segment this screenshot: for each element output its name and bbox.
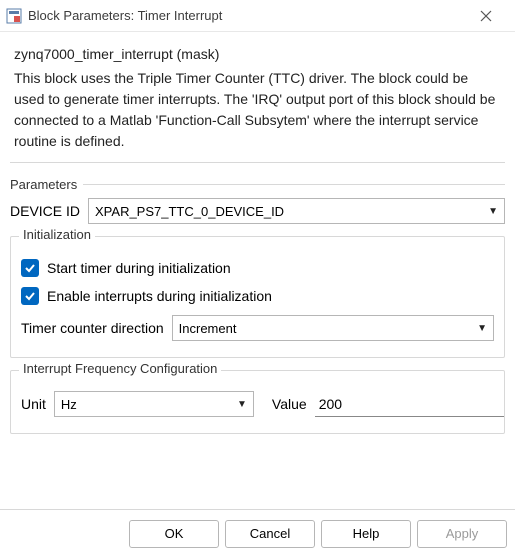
button-bar: OK Cancel Help Apply [0,509,515,557]
apply-button[interactable]: Apply [417,520,507,548]
interrupt-freq-row: Unit Hz ▼ Value [21,391,494,417]
ok-button[interactable]: OK [129,520,219,548]
timer-direction-row: Timer counter direction Increment ▼ [21,315,494,341]
device-id-label: DEVICE ID [10,203,80,219]
initialization-legend: Initialization [19,227,95,242]
value-label: Value [272,396,307,412]
close-button[interactable] [463,0,509,32]
timer-direction-select[interactable]: Increment ▼ [172,315,494,341]
parameters-legend: Parameters [10,177,505,192]
content-area: zynq7000_timer_interrupt (mask) This blo… [0,32,515,434]
start-timer-row: Start timer during initialization [21,259,494,277]
enable-interrupts-checkbox[interactable] [21,287,39,305]
device-id-row: DEVICE ID XPAR_PS7_TTC_0_DEVICE_ID ▼ [10,198,505,224]
initialization-group: Initialization Start timer during initia… [10,236,505,358]
device-id-select[interactable]: XPAR_PS7_TTC_0_DEVICE_ID ▼ [88,198,505,224]
cancel-button[interactable]: Cancel [225,520,315,548]
value-input[interactable] [315,391,504,417]
app-icon [6,8,22,24]
titlebar-title: Block Parameters: Timer Interrupt [28,8,463,23]
enable-interrupts-row: Enable interrupts during initialization [21,287,494,305]
titlebar: Block Parameters: Timer Interrupt [0,0,515,32]
unit-label: Unit [21,396,46,412]
start-timer-label: Start timer during initialization [47,260,231,276]
help-button[interactable]: Help [321,520,411,548]
unit-select[interactable]: Hz ▼ [54,391,254,417]
mask-name: zynq7000_timer_interrupt (mask) [10,38,505,66]
chevron-down-icon: ▼ [488,206,498,217]
interrupt-freq-group: Interrupt Frequency Configuration Unit H… [10,370,505,434]
start-timer-checkbox[interactable] [21,259,39,277]
mask-description: This block uses the Triple Timer Counter… [10,66,505,163]
chevron-down-icon: ▼ [477,323,487,334]
timer-direction-label: Timer counter direction [21,320,164,336]
interrupt-freq-legend: Interrupt Frequency Configuration [19,361,221,376]
enable-interrupts-label: Enable interrupts during initialization [47,288,272,304]
chevron-down-icon: ▼ [237,399,247,410]
